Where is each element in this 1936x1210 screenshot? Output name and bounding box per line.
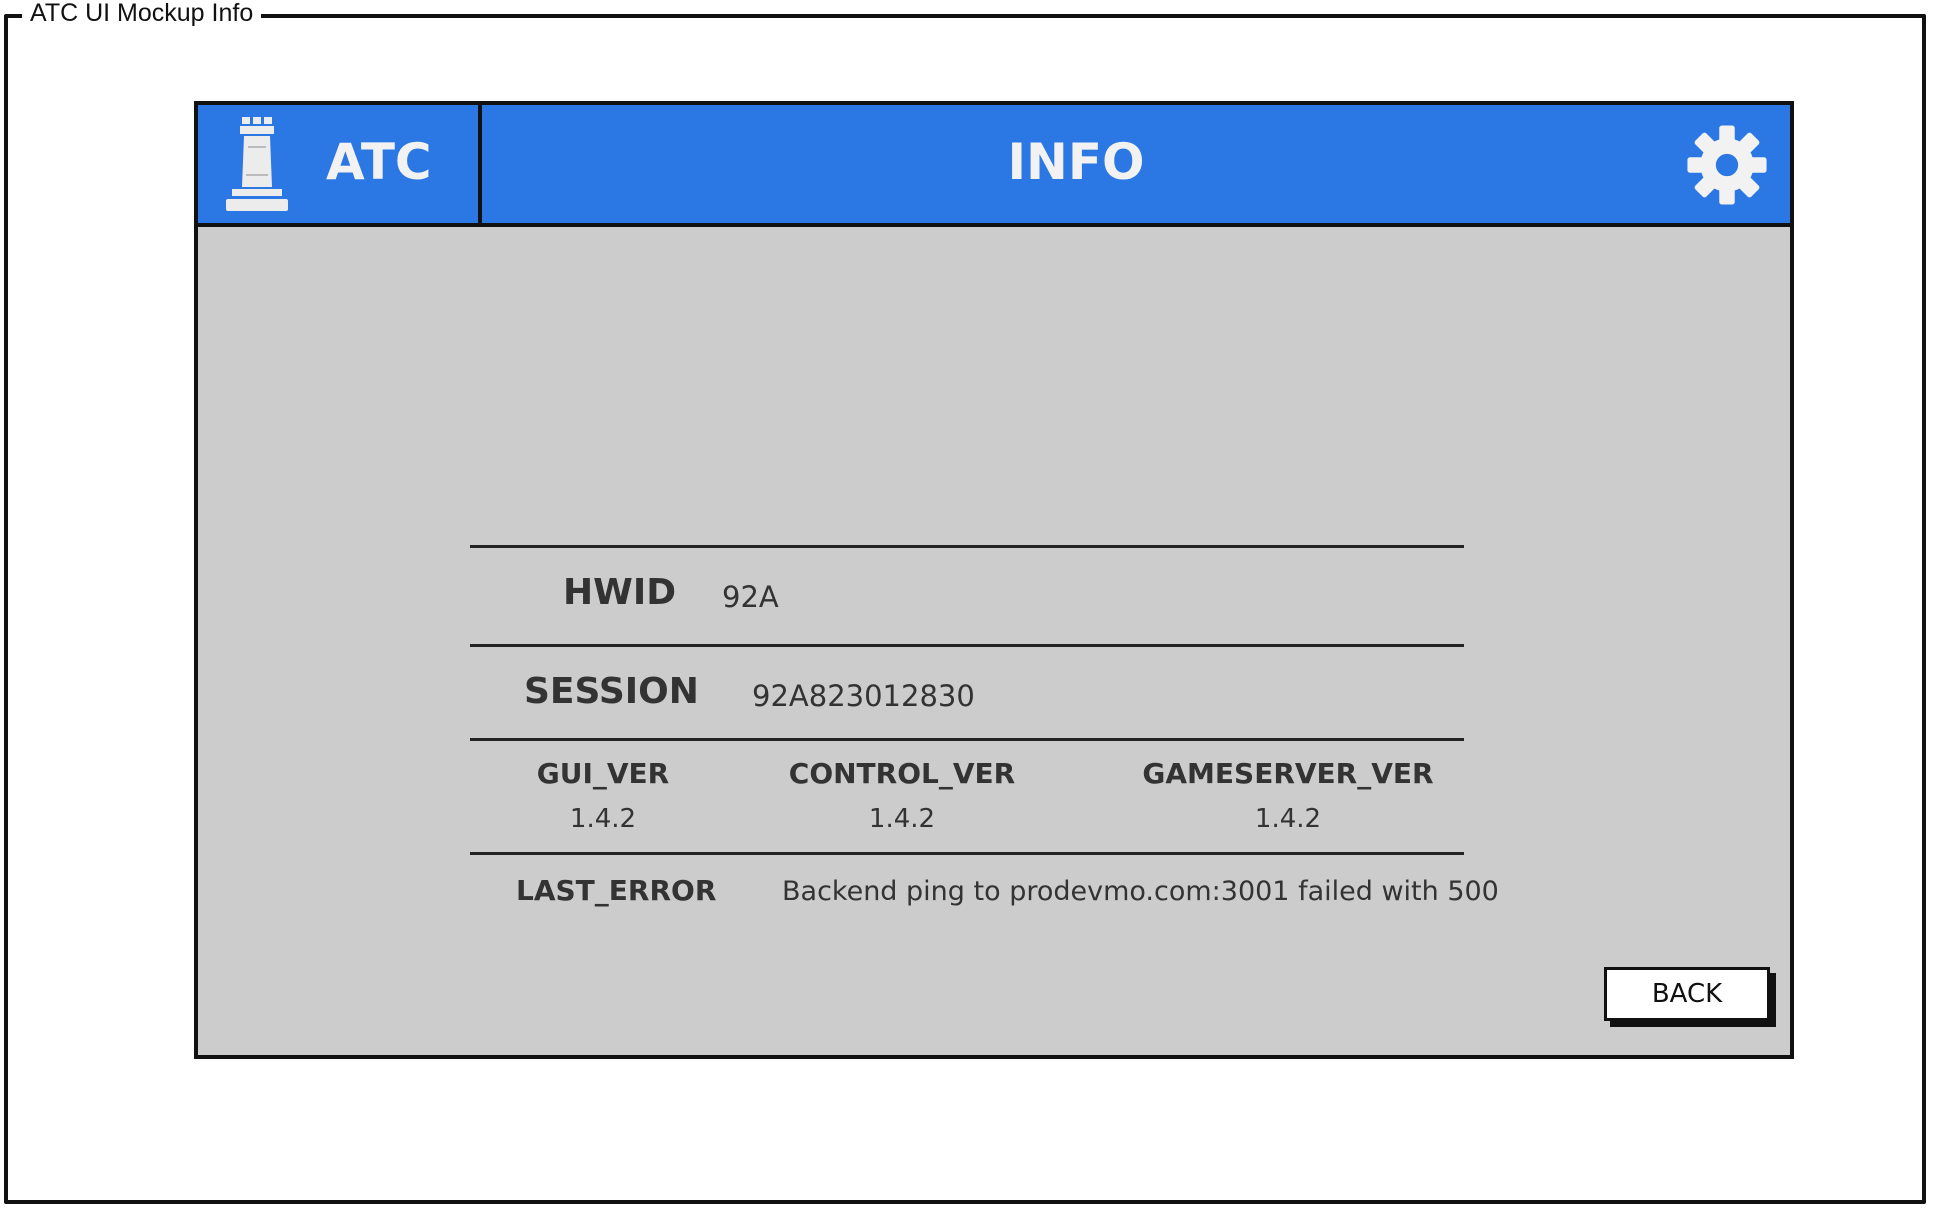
last-error-value: Backend ping to prodevmo.com:3001 failed… — [782, 876, 1499, 907]
last-error-label: LAST_ERROR — [516, 874, 717, 907]
session-label: SESSION — [524, 671, 699, 712]
hwid-label: HWID — [563, 572, 677, 613]
brand-area: ATC — [198, 105, 482, 223]
session-value: 92A823012830 — [752, 679, 975, 713]
hwid-value: 92A — [722, 580, 779, 614]
gameserver-version-value: 1.4.2 — [1254, 804, 1322, 834]
back-button[interactable]: BACK — [1604, 967, 1770, 1021]
divider-top — [470, 545, 1464, 548]
gui-version-label: GUI_VER — [536, 757, 670, 790]
gui-version-value: 1.4.2 — [569, 804, 637, 834]
device-window: ATC INFO HWID 92A SESSION 92A823012830 G… — [194, 101, 1794, 1059]
brand-name: ATC — [326, 133, 432, 191]
divider-hwid — [470, 644, 1464, 647]
gameserver-version: GAMESERVER_VER 1.4.2 — [1118, 757, 1458, 835]
header-bar: ATC INFO — [198, 105, 1790, 227]
page-title: INFO — [1007, 133, 1145, 191]
divider-session — [470, 738, 1464, 741]
rook-chess-icon — [226, 117, 288, 211]
control-version: CONTROL_VER 1.4.2 — [772, 757, 1032, 835]
control-version-value: 1.4.2 — [868, 804, 936, 834]
divider-versions — [470, 852, 1464, 855]
gameserver-version-label: GAMESERVER_VER — [1142, 757, 1434, 790]
gui-version: GUI_VER 1.4.2 — [523, 757, 683, 835]
mockup-frame-title: ATC UI Mockup Info — [22, 0, 262, 26]
gear-icon[interactable] — [1684, 122, 1770, 208]
control-version-label: CONTROL_VER — [788, 757, 1016, 790]
